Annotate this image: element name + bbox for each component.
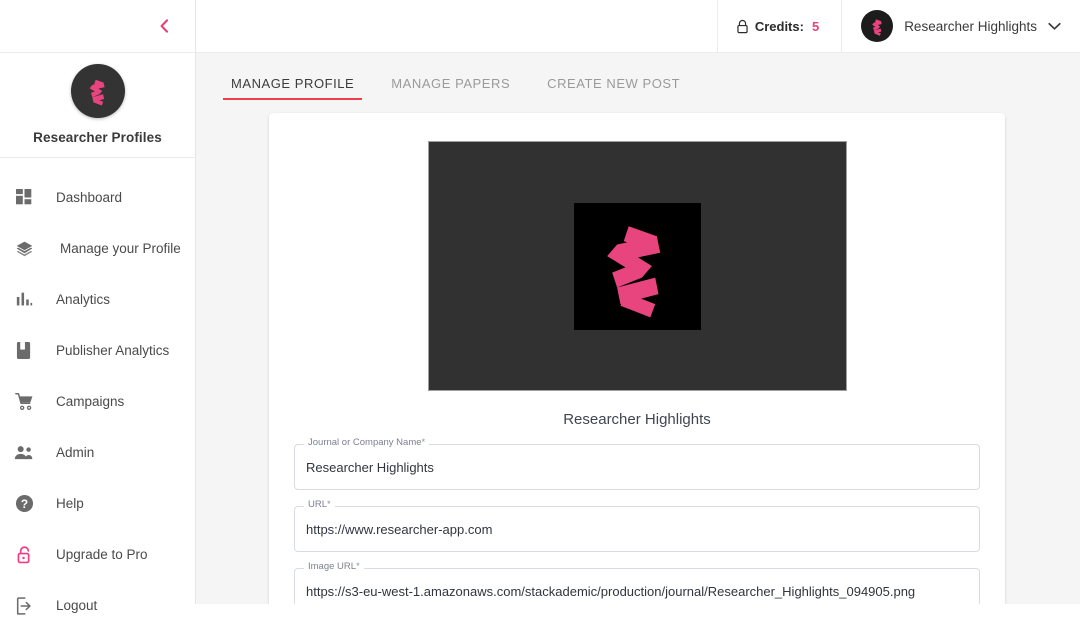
sidebar-nav: Dashboard Manage your Profile Analytics … <box>0 158 195 631</box>
stackademic-logo-icon <box>89 79 105 106</box>
sidebar-item-admin[interactable]: Admin <box>0 427 195 478</box>
url-field[interactable]: URL* <box>294 500 980 552</box>
topbar: Credits: 5 Researcher Highlights <box>196 0 1080 53</box>
people-icon <box>11 441 37 465</box>
credits-label: Credits: <box>754 18 804 34</box>
svg-text:?: ? <box>20 497 27 511</box>
bar-chart-icon <box>11 288 37 312</box>
sidebar-item-label: Analytics <box>56 292 111 307</box>
sidebar-item-analytics[interactable]: Analytics <box>0 274 195 325</box>
banner-logo-tile <box>573 202 701 330</box>
sidebar-item-help[interactable]: ? Help <box>0 478 195 529</box>
avatar <box>861 10 894 42</box>
brand-logo <box>70 64 125 118</box>
dashboard-grid-icon <box>11 186 37 210</box>
unlock-icon <box>11 543 37 567</box>
book-icon <box>11 339 37 363</box>
stackademic-logo-icon <box>607 226 661 318</box>
shopping-cart-icon <box>11 390 37 414</box>
sidebar-item-label: Campaigns <box>56 394 125 409</box>
sidebar-item-publisher-analytics[interactable]: Publisher Analytics <box>0 325 195 376</box>
tab-create-new-post[interactable]: CREATE NEW POST <box>539 76 688 100</box>
sidebar-brand: Researcher Profiles <box>0 53 195 158</box>
image-url-field[interactable]: Image URL* <box>294 562 980 604</box>
sidebar-item-upgrade-to-pro[interactable]: Upgrade to Pro <box>0 529 195 580</box>
tab-bar: MANAGE PROFILE MANAGE PAPERS CREATE NEW … <box>196 53 1080 100</box>
image-url-input[interactable] <box>295 583 979 599</box>
account-menu[interactable]: Researcher Highlights <box>841 0 1080 53</box>
sidebar-item-manage-your-profile[interactable]: Manage your Profile <box>0 223 195 274</box>
profile-card: Researcher Highlights Journal or Company… <box>269 113 1005 604</box>
layers-icon <box>11 237 37 261</box>
url-input[interactable] <box>295 521 979 537</box>
account-name: Researcher Highlights <box>904 18 1037 34</box>
app-root: Researcher Profiles Dashboard Manage you… <box>0 0 1080 615</box>
tab-manage-profile[interactable]: MANAGE PROFILE <box>223 76 363 100</box>
sidebar-item-label: Manage your Profile <box>60 241 181 256</box>
brand-name: Researcher Profiles <box>33 130 162 145</box>
credits-value: 5 <box>811 18 820 34</box>
chevron-left-icon <box>160 19 169 33</box>
journal-or-company-name-field[interactable]: Journal or Company Name* <box>294 438 980 490</box>
lock-icon <box>737 19 748 33</box>
question-circle-icon: ? <box>11 492 37 516</box>
sidebar: Researcher Profiles Dashboard Manage you… <box>0 0 196 615</box>
sidebar-item-label: Publisher Analytics <box>56 343 170 358</box>
sidebar-item-label: Logout <box>56 598 98 613</box>
page-title: Researcher Highlights <box>563 411 711 428</box>
sidebar-item-label: Upgrade to Pro <box>56 547 148 562</box>
field-label: Image URL* <box>304 562 364 572</box>
journal-or-company-name-input[interactable] <box>295 459 979 475</box>
sidebar-item-logout[interactable]: Logout <box>0 580 195 631</box>
content-area: Researcher Highlights Journal or Company… <box>196 100 1080 604</box>
stackademic-logo-icon <box>871 18 882 36</box>
sidebar-item-label: Help <box>56 496 84 511</box>
main-region: Credits: 5 Researcher Highlights MANAGE … <box>196 0 1080 604</box>
credits-indicator[interactable]: Credits: 5 <box>716 0 841 53</box>
sidebar-collapse-button[interactable] <box>153 15 175 37</box>
chevron-down-icon <box>1048 22 1061 30</box>
sidebar-item-campaigns[interactable]: Campaigns <box>0 376 195 427</box>
logout-arrow-icon <box>11 594 37 618</box>
profile-banner-image <box>427 141 847 391</box>
field-label: Journal or Company Name* <box>304 438 430 448</box>
tab-manage-papers[interactable]: MANAGE PAPERS <box>383 76 518 100</box>
sidebar-item-dashboard[interactable]: Dashboard <box>0 172 195 223</box>
sidebar-item-label: Admin <box>56 445 95 460</box>
field-label: URL* <box>304 500 335 510</box>
sidebar-header <box>0 0 195 53</box>
sidebar-item-label: Dashboard <box>56 190 123 205</box>
